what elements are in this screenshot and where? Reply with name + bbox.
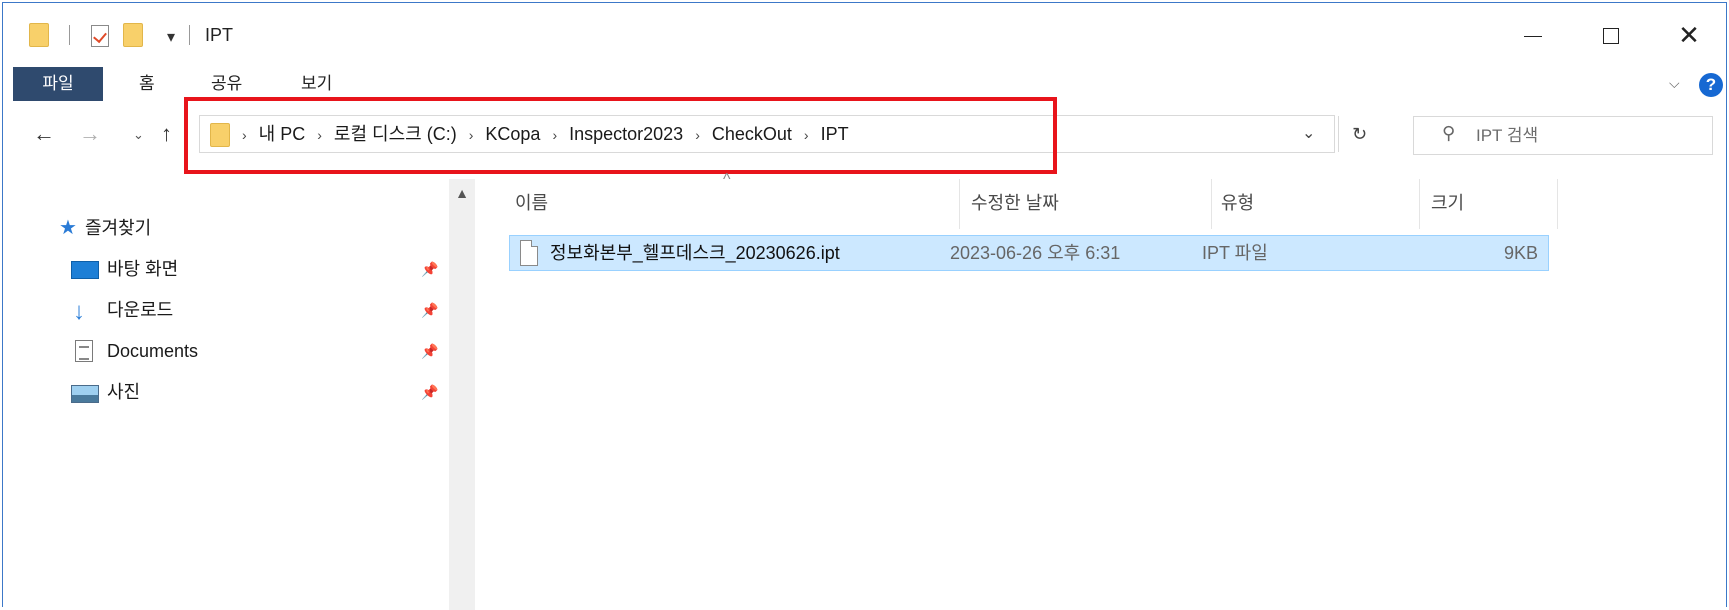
address-history-dropdown-icon[interactable]: ⌄: [1302, 116, 1315, 152]
new-folder-icon[interactable]: [123, 23, 143, 52]
chevron-right-icon[interactable]: ›: [317, 127, 322, 143]
file-size: 9KB: [1503, 243, 1538, 263]
file-name: 정보화본부_헬프데스크_20230626.ipt: [550, 243, 840, 263]
properties-icon[interactable]: [91, 25, 109, 47]
download-icon: ↓: [73, 298, 85, 325]
sidebar-scrollbar[interactable]: ▲: [449, 179, 475, 610]
scroll-up-icon[interactable]: ▲: [449, 185, 475, 201]
forward-button[interactable]: →: [79, 121, 101, 147]
sidebar-item-label: 다운로드: [107, 300, 174, 320]
documents-icon: [75, 340, 93, 362]
pin-icon[interactable]: 📌: [421, 375, 438, 409]
pictures-icon: [71, 385, 99, 403]
breadcrumb-item[interactable]: IPT: [821, 124, 849, 144]
column-divider[interactable]: [1557, 179, 1558, 229]
column-header-date[interactable]: 수정한 날짜: [971, 179, 1059, 229]
chevron-right-icon[interactable]: ›: [552, 127, 557, 143]
sidebar-item-desktop[interactable]: 바탕 화면 📌: [3, 252, 449, 286]
sidebar-item-pictures[interactable]: 사진 📌: [3, 375, 449, 409]
folder-icon: [210, 123, 230, 147]
quick-access-dropdown-icon[interactable]: ▾: [167, 27, 175, 47]
address-bar[interactable]: › 내 PC › 로컬 디스크 (C:) › KCopa › Inspector2023 › Ch…: [199, 115, 1367, 153]
pin-icon[interactable]: 📌: [421, 293, 438, 327]
ribbon-expand-icon[interactable]: ⌵: [1669, 75, 1680, 92]
search-placeholder: IPT 검색: [1476, 126, 1539, 145]
minimize-icon: [1524, 35, 1542, 37]
sidebar-item-label: 바탕 화면: [107, 259, 179, 279]
tab-home[interactable]: 홈: [129, 67, 165, 101]
sidebar-item-downloads[interactable]: ↓ 다운로드 📌: [3, 293, 449, 327]
search-icon: ⚲: [1442, 123, 1456, 143]
chevron-right-icon[interactable]: ›: [469, 127, 474, 143]
file-date: 2023-06-26 오후 6:31: [950, 243, 1121, 263]
sidebar-item-documents[interactable]: Documents 📌: [3, 334, 449, 368]
pin-icon[interactable]: 📌: [421, 252, 438, 286]
sort-ascending-icon: ^: [723, 171, 731, 188]
tab-file[interactable]: 파일: [13, 67, 103, 101]
toolbar-separator: [189, 25, 190, 45]
breadcrumb-item[interactable]: 로컬 디스크 (C:): [334, 124, 457, 144]
file-type: IPT 파일: [1202, 243, 1268, 263]
sidebar-item-label: 즐겨찾기: [85, 218, 152, 238]
file-icon: [520, 240, 538, 266]
star-icon: ★: [59, 217, 77, 239]
sidebar-item-label: 사진: [107, 382, 141, 402]
toolbar-separator: [69, 25, 70, 45]
ribbon-tabs: 파일 홈 공유 보기 ⌵ ?: [3, 67, 1726, 101]
breadcrumb-item[interactable]: KCopa: [485, 124, 540, 144]
sidebar-item-label: Documents: [107, 341, 199, 361]
maximize-icon: [1603, 28, 1619, 45]
column-header-name[interactable]: 이름: [515, 179, 548, 229]
close-button[interactable]: ✕: [1659, 17, 1719, 53]
window-title: IPT: [205, 25, 234, 45]
help-icon[interactable]: ?: [1699, 73, 1723, 97]
quick-access-folder-icon[interactable]: [29, 23, 49, 52]
maximize-button[interactable]: [1581, 17, 1641, 53]
explorer-window: ▾ IPT ✕ 파일 홈 공유 보기 ⌵ ? ← → ⌄ ↑ › 내 PC › 로컬 …: [2, 2, 1728, 610]
file-list: ^ 이름 수정한 날짜 유형 크기 정보화본부_헬프데스크_20230626.i…: [483, 171, 1728, 610]
column-divider[interactable]: [1211, 179, 1212, 229]
back-button[interactable]: ←: [33, 121, 55, 147]
column-divider[interactable]: [959, 179, 960, 229]
table-row[interactable]: 정보화본부_헬프데스크_20230626.ipt 2023-06-26 오후 6…: [509, 235, 1549, 271]
sidebar-item-quick-access[interactable]: ★ 즐겨찾기: [3, 211, 449, 245]
desktop-icon: [71, 261, 99, 279]
breadcrumb-item[interactable]: 내 PC: [259, 124, 306, 144]
tab-view[interactable]: 보기: [291, 67, 342, 101]
up-button[interactable]: ↑: [161, 121, 172, 147]
recent-locations-icon[interactable]: ⌄: [133, 127, 144, 143]
chevron-right-icon[interactable]: ›: [695, 127, 700, 143]
tab-share[interactable]: 공유: [201, 67, 252, 101]
column-divider[interactable]: [1419, 179, 1420, 229]
breadcrumb-item[interactable]: Inspector2023: [569, 124, 683, 144]
title-bar: ▾ IPT ✕: [3, 3, 1726, 61]
refresh-icon[interactable]: ↻: [1352, 116, 1367, 152]
column-header-type[interactable]: 유형: [1221, 179, 1254, 229]
breadcrumb-item[interactable]: CheckOut: [712, 124, 792, 144]
address-divider: [1338, 116, 1339, 152]
chevron-right-icon[interactable]: ›: [804, 127, 809, 143]
chevron-right-icon[interactable]: ›: [242, 127, 247, 143]
column-header-size[interactable]: 크기: [1431, 179, 1464, 229]
navigation-pane: ★ 즐겨찾기 바탕 화면 📌 ↓ 다운로드 📌 Documents 📌 사진 📌…: [3, 179, 475, 610]
pin-icon[interactable]: 📌: [421, 334, 438, 368]
search-input[interactable]: ⚲ IPT 검색: [1413, 116, 1713, 155]
minimize-button[interactable]: [1503, 17, 1563, 53]
breadcrumb: › 내 PC › 로컬 디스크 (C:) › KCopa › Inspector2023 › Ch…: [242, 116, 849, 152]
